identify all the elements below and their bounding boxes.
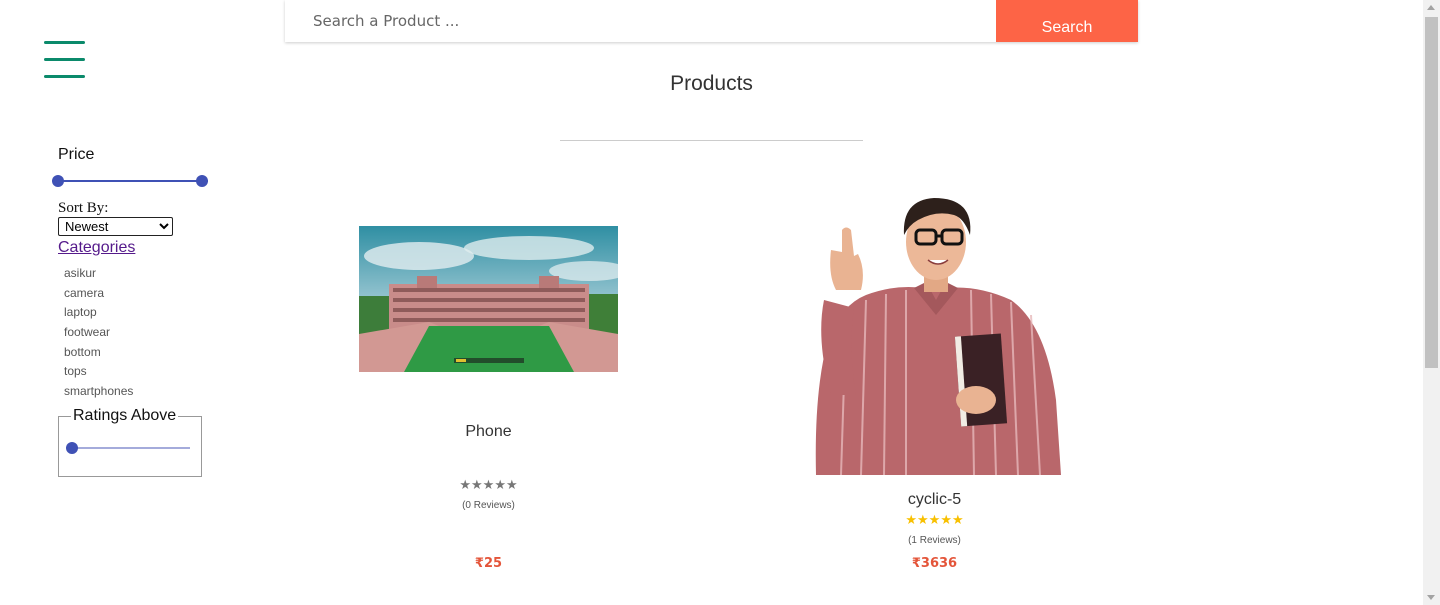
scroll-up-arrow-icon[interactable] [1427, 5, 1435, 10]
category-item[interactable]: camera [64, 285, 133, 305]
category-item[interactable]: bottom [64, 344, 133, 364]
page-title: Products [670, 72, 753, 95]
category-item[interactable]: tops [64, 363, 133, 383]
product-image [806, 190, 1061, 476]
ratings-filter: Ratings Above [58, 407, 202, 477]
scroll-down-arrow-icon[interactable] [1427, 595, 1435, 600]
rating-stars: ★★★★★ [905, 513, 964, 528]
product-name[interactable]: Phone [340, 423, 637, 441]
product-card[interactable]: cyclic-5 ★★★★★ (1 Reviews) ₹3636 [786, 185, 1083, 585]
page-scrollbar[interactable] [1423, 0, 1440, 605]
price-filter-label: Price [58, 146, 95, 163]
category-item[interactable]: footwear [64, 324, 133, 344]
review-count: (0 Reviews) [462, 500, 515, 511]
categories-link[interactable]: Categories [58, 239, 135, 257]
menu-icon[interactable] [44, 41, 86, 79]
rating-stars: ★★★★★ [459, 478, 518, 493]
menu-icon-bar [44, 58, 85, 61]
price-slider-min-handle[interactable] [52, 175, 64, 187]
product-price: ₹25 [474, 556, 503, 571]
menu-icon-bar [44, 41, 85, 44]
campus-building-photo [359, 226, 618, 372]
sort-by-select[interactable]: Newest [58, 217, 173, 236]
ratings-slider[interactable] [66, 442, 190, 454]
search-button[interactable]: Search [996, 0, 1138, 42]
category-list: asikur camera laptop footwear bottom top… [64, 265, 133, 403]
category-item[interactable]: asikur [64, 265, 133, 285]
category-item[interactable]: laptop [64, 304, 133, 324]
product-image [359, 226, 618, 372]
price-slider-max-handle[interactable] [196, 175, 208, 187]
category-item[interactable]: smartphones [64, 383, 133, 403]
ratings-slider-handle[interactable] [66, 442, 78, 454]
sort-by-label: Sort By: [58, 200, 109, 216]
scrollbar-thumb[interactable] [1425, 17, 1438, 368]
product-name[interactable]: cyclic-5 [786, 491, 1083, 509]
search-bar: Search [285, 0, 1138, 42]
price-slider-track [58, 180, 208, 182]
student-pointing-photo [815, 198, 1061, 476]
search-input[interactable] [285, 0, 996, 42]
review-count: (1 Reviews) [908, 535, 961, 546]
title-divider [560, 140, 863, 141]
menu-icon-bar [44, 75, 85, 78]
product-price: ₹3636 [911, 556, 958, 571]
ratings-filter-label: Ratings Above [71, 407, 179, 425]
price-range-slider[interactable] [52, 175, 208, 187]
ratings-slider-track [72, 447, 190, 449]
product-card[interactable]: Phone ★★★★★ (0 Reviews) ₹25 [340, 190, 637, 590]
